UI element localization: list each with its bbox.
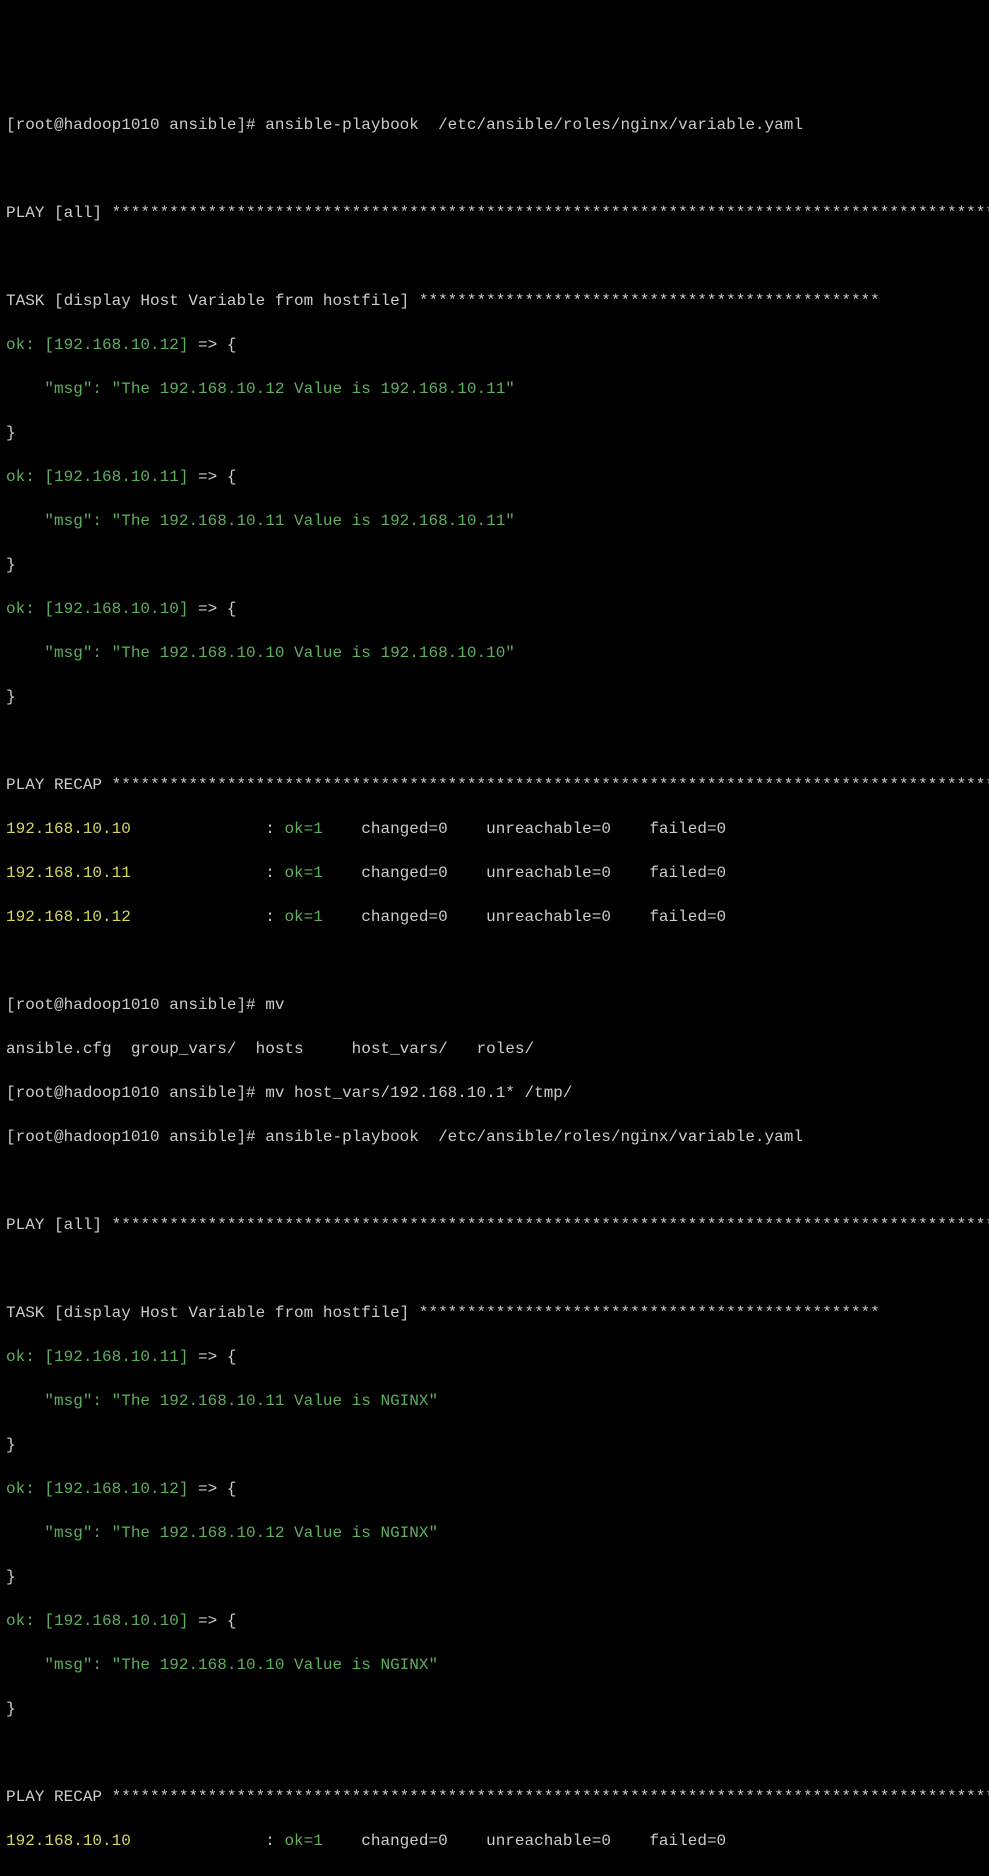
ls-output: ansible.cfg group_vars/ hosts host_vars/… (6, 1040, 534, 1058)
command-3: mv host_vars/192.168.10.1* /tmp/ (265, 1084, 572, 1102)
command-1: ansible-playbook /etc/ansible/roles/ngin… (265, 116, 803, 134)
terminal-output: [root@hadoop1010 ansible]# ansible-playb… (6, 92, 983, 1876)
recap-host: 192.168.10.10 (6, 820, 131, 838)
command-2: mv (265, 996, 284, 1014)
recap-header: PLAY RECAP (6, 776, 112, 794)
msg-value: "The 192.168.10.12 Value is 192.168.10.1… (112, 380, 515, 398)
ok-status: ok: (6, 336, 44, 354)
play-header: PLAY [all] (6, 204, 112, 222)
command-4: ansible-playbook /etc/ansible/roles/ngin… (265, 1128, 803, 1146)
shell-prompt: [root@hadoop1010 ansible]# (6, 116, 265, 134)
task-header: TASK [display Host Variable from hostfil… (6, 292, 419, 310)
